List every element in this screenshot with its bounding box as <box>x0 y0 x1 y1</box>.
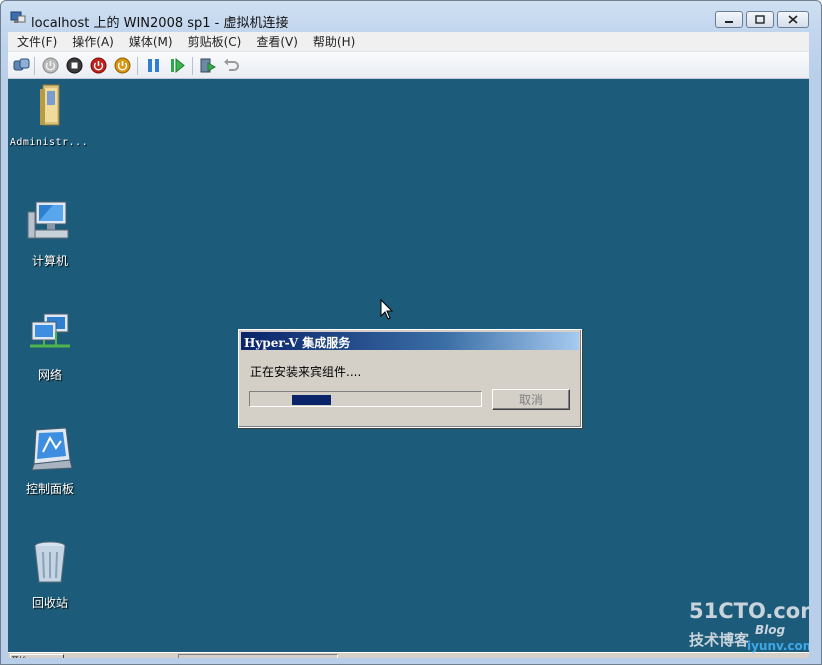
save-icon[interactable] <box>114 57 131 74</box>
window-title: localhost 上的 WIN2008 sp1 - 虚拟机连接 <box>31 16 289 31</box>
desktop-icon-label: 控制面板 <box>25 482 74 496</box>
desktop-icon-recycle-bin[interactable]: 回收站 <box>9 538 91 611</box>
reset-icon[interactable] <box>169 57 186 74</box>
user-folder-icon <box>40 84 60 126</box>
snapshot-icon[interactable] <box>199 57 216 74</box>
desktop-icon-label: 回收站 <box>31 596 68 610</box>
close-button[interactable] <box>777 11 809 28</box>
watermark-line2: 技术博客 <box>689 631 750 649</box>
start-button[interactable]: 开始 <box>10 654 64 658</box>
watermark: 51CTO.com 技术博客 Blog iyunv.com <box>685 599 809 658</box>
turn-off-icon[interactable] <box>66 57 83 74</box>
control-panel-icon <box>31 427 73 471</box>
menu-action[interactable]: 操作(A) <box>63 33 120 50</box>
shutdown-icon[interactable] <box>90 57 107 74</box>
recycle-bin-icon <box>34 541 66 583</box>
guest-desktop[interactable]: Administr... 计算机 网络 控制面板 回收站 Hyper-V 集成服… <box>8 79 809 658</box>
desktop-icon-label: Administr... <box>9 137 89 148</box>
computer-icon <box>27 201 69 239</box>
minimize-icon <box>725 20 733 23</box>
taskbar-item[interactable] <box>178 654 338 658</box>
close-icon <box>788 15 798 24</box>
watermark-line4: iyunv.com <box>747 639 809 653</box>
install-progress-bar <box>249 391 482 407</box>
menu-view[interactable]: 查看(V) <box>247 33 304 50</box>
maximize-button[interactable] <box>746 11 774 28</box>
menu-bar: 文件(F) 操作(A) 媒体(M) 剪贴板(C) 查看(V) 帮助(H) <box>8 32 809 51</box>
desktop-icon-label: 计算机 <box>31 254 68 268</box>
dialog-message: 正在安装来宾组件.... <box>250 365 362 379</box>
pause-icon[interactable] <box>145 57 162 74</box>
mouse-cursor-icon <box>380 299 394 320</box>
start-label: 开始 <box>11 656 27 658</box>
watermark-line3: Blog <box>755 623 786 637</box>
desktop-icon-label: 网络 <box>37 368 62 382</box>
progress-fill <box>292 395 331 405</box>
dialog-title: Hyper-V 集成服务 <box>244 336 351 350</box>
desktop-icon-administrator[interactable]: Administr... <box>8 81 90 148</box>
menu-help[interactable]: 帮助(H) <box>304 33 361 50</box>
menu-file[interactable]: 文件(F) <box>8 33 63 50</box>
minimize-button[interactable] <box>715 11 743 28</box>
vm-connection-window: localhost 上的 WIN2008 sp1 - 虚拟机连接 文件(F) 操… <box>0 0 822 665</box>
ctrl-alt-del-icon[interactable] <box>13 57 30 74</box>
toolbar <box>8 51 809 79</box>
menu-clipboard[interactable]: 剪贴板(C) <box>179 33 248 50</box>
maximize-icon <box>755 15 765 24</box>
network-icon <box>30 313 70 348</box>
desktop-icon-control-panel[interactable]: 控制面板 <box>9 424 91 497</box>
dialog-title-bar[interactable]: Hyper-V 集成服务 <box>241 332 579 350</box>
integration-services-dialog: Hyper-V 集成服务 正在安装来宾组件.... 取消 <box>238 329 582 428</box>
revert-icon[interactable] <box>223 57 240 74</box>
desktop-icon-computer[interactable]: 计算机 <box>9 196 91 269</box>
vm-connection-icon <box>10 11 26 23</box>
desktop-icon-network[interactable]: 网络 <box>9 310 91 383</box>
title-bar[interactable]: localhost 上的 WIN2008 sp1 - 虚拟机连接 <box>1 1 821 33</box>
menu-media[interactable]: 媒体(M) <box>120 33 179 50</box>
watermark-line1: 51CTO.com <box>689 599 809 623</box>
cancel-button[interactable]: 取消 <box>492 389 570 410</box>
start-icon[interactable] <box>42 57 59 74</box>
